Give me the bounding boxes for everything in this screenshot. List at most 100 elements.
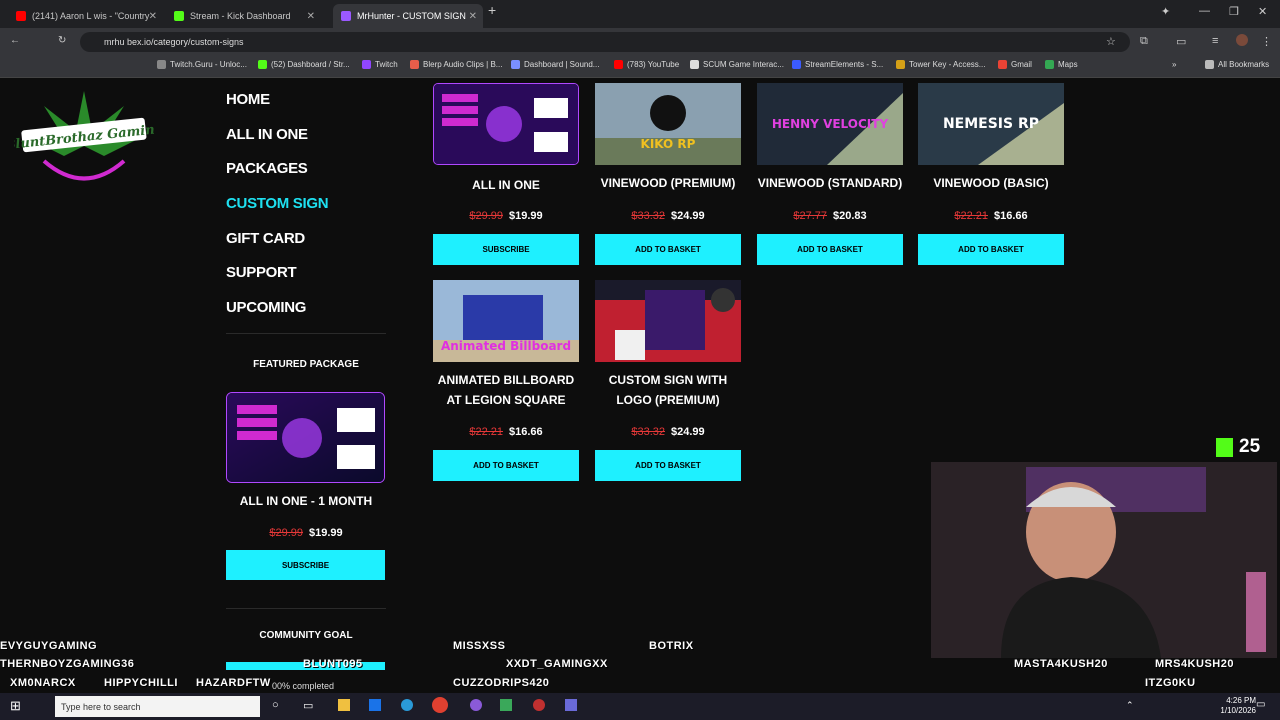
nav-home[interactable]: HOME [226,90,328,125]
bookmark-item[interactable]: Twitch [362,60,398,69]
old-price: $29.99 [269,527,303,539]
edge-icon[interactable] [401,699,413,711]
nav-all-in-one[interactable]: ALL IN ONE [226,125,328,160]
nav-gift-card[interactable]: GIFT CARD [226,229,328,264]
search-placeholder: Type here to search [61,701,141,712]
new-tab-icon[interactable]: + [488,2,496,18]
product-name[interactable]: ALL IN ONE [433,175,579,195]
old-price: $22.21 [469,426,503,438]
bookmark-item[interactable]: StreamElements - S... [792,60,883,69]
nav-support[interactable]: SUPPORT [226,263,328,298]
tab-mrhunter[interactable]: MrHunter - CUSTOM SIGN ✕ [333,4,483,28]
media-icon[interactable]: ≡ [1212,35,1218,47]
nav-custom-sign[interactable]: CUSTOM SIGN [226,194,329,229]
bookmark-item[interactable]: Blerp Audio Clips | B... [410,60,502,69]
bookmark-star-icon[interactable]: ☆ [1106,35,1116,48]
tray-chevron-icon[interactable]: ⌃ [1126,700,1134,711]
add-to-basket-button[interactable]: ADD TO BASKET [595,234,741,265]
cast-icon[interactable]: ▭ [1176,35,1186,48]
bookmark-item[interactable]: Gmail [998,60,1032,69]
menu-icon[interactable]: ⋮ [1261,35,1272,48]
cortana-icon[interactable]: ○ [272,699,279,711]
chat-name: BOTRIX [649,640,694,652]
maximize-icon[interactable]: ❐ [1229,5,1239,18]
extensions-icon[interactable]: ⧉ [1140,35,1148,48]
product-price: $29.99 $19.99 [433,210,579,222]
subscribe-button[interactable]: SUBSCRIBE [433,234,579,265]
old-price: $22.21 [954,210,988,222]
bookmark-item[interactable]: Maps [1045,60,1078,69]
nav-packages[interactable]: PACKAGES [226,159,328,194]
product-name[interactable]: VINEWOOD (PREMIUM) [595,173,741,193]
add-to-basket-button[interactable]: ADD TO BASKET [595,450,741,481]
tab-strip: (2141) Aaron L wis - "Country ✕ Stream -… [0,0,1280,28]
address-bar[interactable]: mrhu bex.io/category/custom-signs [80,32,1130,52]
reload-icon[interactable]: ↻ [58,35,66,46]
mail-icon[interactable] [369,699,381,711]
community-goal-progress: 00% completed [272,681,335,691]
featured-subscribe-button[interactable]: SUBSCRIBE [226,550,385,580]
twitch-icon [362,60,371,69]
bookmark-item[interactable]: SCUM Game Interac... [690,60,784,69]
add-to-basket-button[interactable]: ADD TO BASKET [757,234,903,265]
windows-start-icon[interactable]: ⊞ [10,698,21,714]
product-name[interactable]: VINEWOOD (BASIC) [918,173,1064,193]
product-price: $33.32 $24.99 [595,210,741,222]
bookmark-item[interactable]: (783) YouTube [614,60,679,69]
task-view-icon[interactable]: ▭ [303,699,313,712]
app-icon[interactable] [533,699,545,711]
chat-name: XXDT_GAMINGXX [506,658,608,670]
chrome-icon[interactable] [432,697,448,713]
file-explorer-icon[interactable] [338,699,350,711]
featured-name: ALL IN ONE - 1 MONTH [239,494,373,508]
taskbar-search[interactable]: Type here to search [55,696,260,717]
product-price: $22.21 $16.66 [918,210,1064,222]
product-name[interactable]: ANIMATED BILLBOARD AT LEGION SQUARE [433,370,579,410]
chat-name: MISSXSS [453,640,506,652]
app-icon[interactable] [500,699,512,711]
tab-youtube[interactable]: (2141) Aaron L wis - "Country ✕ [8,4,163,28]
close-icon[interactable]: ✕ [469,11,477,22]
minimize-icon[interactable]: — [1199,5,1210,17]
app-icon[interactable] [470,699,482,711]
price: $24.99 [671,210,705,222]
product-name[interactable]: CUSTOM SIGN WITH LOGO (PREMIUM) [595,370,741,410]
more-bookmarks-icon[interactable]: » [1172,60,1176,69]
product-image-animated-billboard[interactable]: Animated Billboard [433,280,579,362]
product-price: $22.21 $16.66 [433,426,579,438]
close-icon[interactable]: ✕ [307,11,315,22]
product-image-text: KIKO RP [641,137,696,151]
close-window-icon[interactable]: ✕ [1258,5,1267,18]
site-logo[interactable]: BluntBrothaz Gaming [14,86,154,216]
all-bookmarks[interactable]: All Bookmarks [1205,60,1269,69]
product-name[interactable]: VINEWOOD (STANDARD) [757,173,903,193]
bookmark-item[interactable]: (52) Dashboard / Str... [258,60,350,69]
clock[interactable]: 4:26 PM 1/10/2026 [1220,696,1256,716]
product-image-vinewood-basic[interactable]: NEMESIS RP [918,83,1064,165]
featured-price: $29.99 $19.99 [226,527,386,539]
app-icon[interactable] [565,699,577,711]
notification-icon[interactable]: ▭ [1256,699,1265,710]
key-icon [896,60,905,69]
product-image-vinewood-standard[interactable]: HENNY VELOCITY [757,83,903,165]
featured-image[interactable] [226,392,385,483]
add-to-basket-button[interactable]: ADD TO BASKET [433,450,579,481]
add-to-basket-button[interactable]: ADD TO BASKET [918,234,1064,265]
bookmark-item[interactable]: Dashboard | Sound... [511,60,599,69]
gemini-icon[interactable]: ✦ [1161,5,1170,18]
avatar[interactable] [1236,34,1248,46]
bookmark-icon [410,60,419,69]
clock-date: 1/10/2026 [1220,706,1256,715]
bookmarks-bar: Twitch.Guru - Unloc... (52) Dashboard / … [0,56,1280,78]
close-icon[interactable]: ✕ [149,11,157,22]
bookmark-item[interactable]: Tower Key - Access... [896,60,985,69]
bookmark-item[interactable]: Twitch.Guru - Unloc... [157,60,247,69]
nav-upcoming[interactable]: UPCOMING [226,298,328,333]
product-image-all-in-one[interactable] [433,83,579,165]
tab-kick[interactable]: Stream - Kick Dashboard ✕ [166,4,321,28]
product-image-custom-sign-logo[interactable] [595,280,741,362]
bookmark-label: Gmail [1011,60,1032,69]
back-icon[interactable]: ← [10,35,20,46]
product-image-vinewood-premium[interactable]: KIKO RP [595,83,741,165]
product-image-text: Animated Billboard [441,339,571,353]
